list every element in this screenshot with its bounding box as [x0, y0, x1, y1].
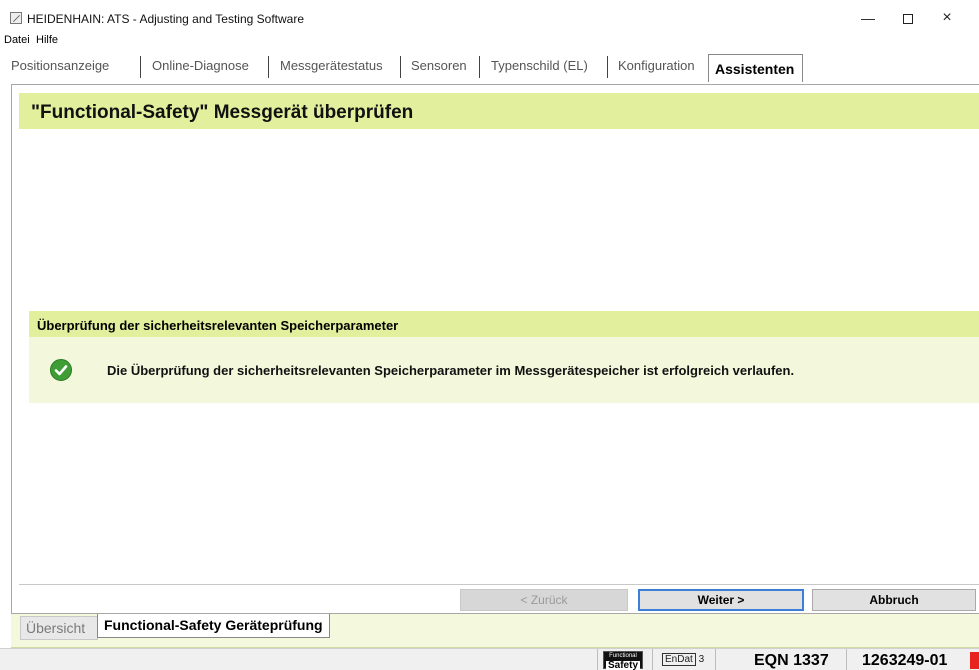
tab-divider — [400, 56, 401, 78]
tab-assistenten[interactable]: Assistenten — [708, 54, 804, 82]
menu-item-datei[interactable]: Datei — [4, 34, 30, 46]
back-button[interactable]: < Zurück — [460, 589, 628, 611]
tab-uebersicht[interactable]: Übersicht — [20, 616, 98, 640]
tab-sensoren[interactable]: Sensoren — [411, 58, 467, 73]
tab-online-diagnose[interactable]: Online-Diagnose — [152, 58, 249, 73]
result-message: Die Überprüfung der sicherheitsrelevante… — [107, 363, 795, 378]
tab-messgeraetestatus[interactable]: Messgerätestatus — [280, 58, 383, 73]
tab-functional-safety-geraetepruefung[interactable]: Functional-Safety Geräteprüfung — [97, 614, 330, 638]
result-message-box: Die Überprüfung der sicherheitsrelevante… — [29, 337, 979, 403]
minimize-button[interactable]: — — [853, 6, 883, 30]
tab-divider — [268, 56, 269, 78]
maximize-icon — [903, 14, 913, 25]
main-tabs: Positionsanzeige Online-Diagnose Messger… — [0, 52, 979, 82]
wizard-button-row: < Zurück Weiter > Abbruch — [19, 584, 979, 614]
id-number: 1263249-01 — [862, 652, 948, 669]
endat-label: EnDat — [662, 653, 696, 666]
endat-badge: EnDat 3 — [662, 653, 705, 666]
section-header: Überprüfung der sicherheitsrelevanten Sp… — [29, 311, 979, 337]
title-bar: HEIDENHAIN: ATS - Adjusting and Testing … — [0, 0, 979, 34]
status-divider — [715, 649, 716, 670]
status-divider — [846, 649, 847, 670]
tab-divider — [479, 56, 480, 78]
page-header: "Functional-Safety" Messgerät überprüfen — [19, 93, 979, 129]
status-divider — [597, 649, 598, 670]
page-title: "Functional-Safety" Messgerät überprüfen — [31, 102, 414, 123]
tab-konfiguration[interactable]: Konfiguration — [618, 58, 695, 73]
status-divider — [652, 649, 653, 670]
success-check-icon — [50, 359, 72, 381]
fs-badge-bottom: Safety — [606, 660, 640, 670]
menu-item-hilfe[interactable]: Hilfe — [36, 34, 58, 46]
tab-positionsanzeige[interactable]: Positionsanzeige — [11, 58, 109, 73]
device-name: EQN 1337 — [754, 652, 829, 669]
abort-button[interactable]: Abbruch — [812, 589, 976, 611]
window-title: HEIDENHAIN: ATS - Adjusting and Testing … — [27, 12, 305, 26]
tab-divider — [607, 56, 608, 78]
close-button[interactable]: × — [932, 6, 962, 30]
fs-badge-top: Functional — [609, 653, 637, 659]
section-title: Überprüfung der sicherheitsrelevanten Sp… — [37, 318, 399, 333]
status-alert-icon — [970, 652, 979, 669]
assistant-panel: "Functional-Safety" Messgerät überprüfen… — [11, 84, 979, 614]
tab-divider — [140, 56, 141, 78]
tab-typenschild[interactable]: Typenschild (EL) — [491, 58, 588, 73]
bottom-tabs: Übersicht Functional-Safety Geräteprüfun… — [11, 614, 979, 648]
status-bar: Functional Safety EnDat 3 EQN 1337 12632… — [0, 648, 979, 670]
next-button[interactable]: Weiter > — [638, 589, 804, 611]
endat-version: 3 — [698, 654, 705, 665]
app-icon — [10, 12, 22, 24]
functional-safety-badge: Functional Safety — [603, 651, 643, 670]
maximize-button[interactable] — [893, 6, 923, 30]
